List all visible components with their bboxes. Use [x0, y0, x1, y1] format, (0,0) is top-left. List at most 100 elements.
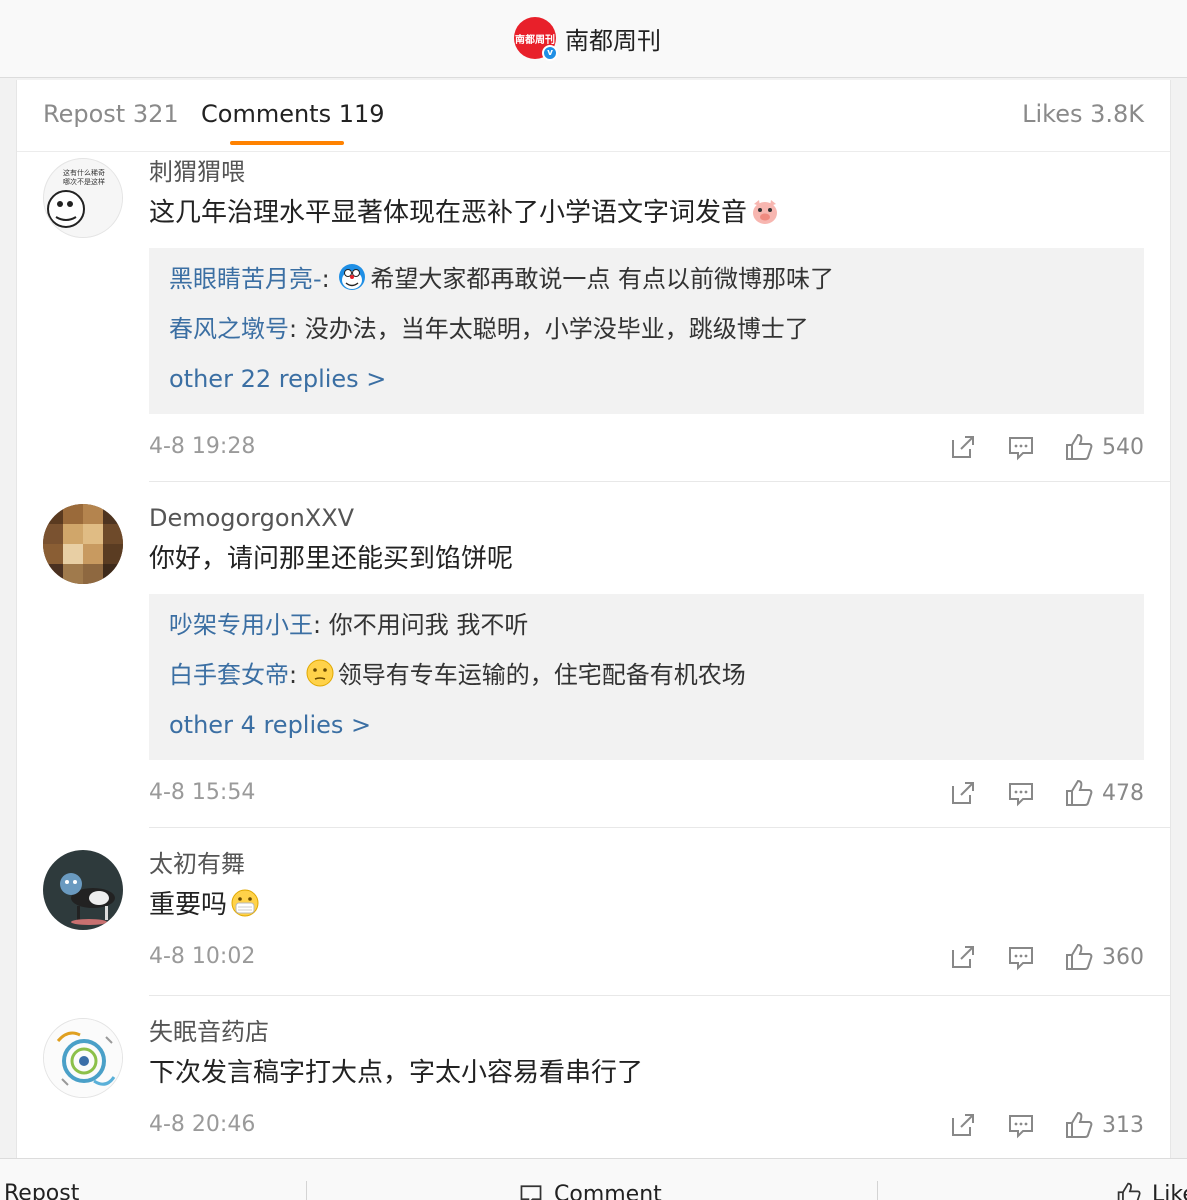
account-name[interactable]: 南都周刊 — [565, 21, 661, 56]
reply-button[interactable] — [1006, 432, 1036, 462]
comment-icon — [1009, 1115, 1033, 1139]
comment-body: 刺猬猬喂 这几年治理水平显著体现在恶补了小学语文字词发音 黑眼睛苦月亮-: 希望… — [149, 156, 1144, 466]
reply-button[interactable] — [1006, 778, 1036, 808]
account-logo[interactable]: 南都周刊 v — [514, 17, 558, 61]
like-count: 313 — [1102, 1112, 1144, 1138]
bottom-action-bar: Repost Comment Like — [0, 1158, 1187, 1200]
bottom-like-label: Like — [1152, 1182, 1187, 1200]
pig-emoji-icon — [750, 196, 780, 226]
share-icon — [952, 1114, 974, 1136]
like-count: 540 — [1102, 434, 1144, 460]
avatar[interactable]: 这有什么稀奇 哪次不是这样 — [43, 158, 123, 238]
thumbs-up-icon — [1117, 1182, 1141, 1200]
comment-actions: 478 — [920, 778, 1144, 808]
logo-text: 南都周刊 — [515, 34, 555, 46]
comment-actions: 360 — [920, 942, 1144, 972]
comment-username[interactable]: DemogorgonXXV — [149, 502, 1144, 534]
share-button[interactable] — [948, 1110, 978, 1140]
divider — [149, 995, 1170, 996]
comment-username[interactable]: 失眠音药店 — [149, 1016, 1144, 1048]
active-tab-indicator — [230, 141, 344, 145]
svg-text:哪次不是这样: 哪次不是这样 — [63, 177, 105, 186]
verified-badge-icon: v — [542, 45, 558, 61]
share-icon — [952, 946, 974, 968]
comment-username[interactable]: 刺猬猬喂 — [149, 156, 1144, 188]
post-detail-card: Repost 321 Comments 119 Likes 3.8K 这有什么稀… — [16, 80, 1171, 1160]
svg-text:这有什么稀奇: 这有什么稀奇 — [63, 168, 105, 177]
comment-text-content: 重要吗 — [149, 890, 228, 920]
tab-comments[interactable]: Comments 119 — [201, 100, 385, 128]
comment-text: 这几年治理水平显著体现在恶补了小学语文字词发音 — [149, 196, 1144, 230]
thumbs-up-icon — [1066, 1111, 1093, 1138]
comment-text: 重要吗 — [149, 888, 1144, 922]
comment-body: 太初有舞 重要吗 4-8 10:02 360 — [149, 848, 1144, 976]
reply-username[interactable]: 白手套女帝 — [169, 661, 289, 689]
divider — [306, 1181, 307, 1200]
reply-item[interactable]: 白手套女帝: 领导有专车运输的，住宅配备有机农场 — [169, 658, 1124, 692]
comment-actions: 313 — [920, 1110, 1144, 1140]
divider — [877, 1181, 878, 1200]
comment-text: 你好，请问那里还能买到馅饼呢 — [149, 544, 514, 574]
reply-preview-box[interactable]: 吵架专用小王: 你不用问我 我不听 白手套女帝: 领导有专车运输的，住宅配备有机… — [149, 594, 1144, 760]
comment-body: DemogorgonXXV 你好，请问那里还能买到馅饼呢 吵架专用小王: 你不用… — [149, 502, 1144, 812]
reply-username[interactable]: 吵架专用小王 — [169, 611, 313, 639]
like-button[interactable]: 478 — [1064, 778, 1144, 808]
comment-meta: 4-8 20:46 313 — [149, 1110, 1144, 1144]
share-icon — [952, 782, 974, 804]
comment-icon — [1009, 437, 1033, 461]
thumbs-up-icon — [1066, 943, 1093, 970]
doraemon-emoji-icon — [337, 262, 367, 292]
reply-username[interactable]: 春风之墩号 — [169, 315, 289, 343]
reply-item[interactable]: 吵架专用小王: 你不用问我 我不听 — [169, 608, 1124, 642]
comment-meta: 4-8 10:02 360 — [149, 942, 1144, 976]
like-button[interactable]: 360 — [1064, 942, 1144, 972]
comment-icon — [1009, 783, 1033, 807]
comment-icon — [520, 1185, 542, 1200]
share-icon — [952, 436, 974, 458]
avatar[interactable] — [43, 850, 123, 930]
comment-timestamp: 4-8 10:02 — [149, 944, 256, 969]
reply-text: 你不用问我 我不听 — [328, 611, 529, 639]
thinking-emoji-icon — [305, 658, 335, 688]
reply-button[interactable] — [1006, 1110, 1036, 1140]
reply-text: 希望大家都再敢说一点 有点以前微博那味了 — [370, 265, 835, 293]
like-button[interactable]: 540 — [1064, 432, 1144, 462]
divider — [149, 827, 1170, 828]
comment-meta: 4-8 19:28 540 — [149, 432, 1144, 466]
reply-text: 领导有专车运输的，住宅配备有机农场 — [337, 661, 746, 689]
divider — [149, 481, 1170, 482]
tab-repost[interactable]: Repost 321 — [43, 100, 179, 128]
comment-text-content: 这几年治理水平显著体现在恶补了小学语文字词发音 — [149, 198, 748, 228]
reply-username[interactable]: 黑眼睛苦月亮- — [169, 265, 322, 293]
share-button[interactable] — [948, 942, 978, 972]
reply-text: 没办法，当年太聪明，小学没毕业，跳级博士了 — [304, 315, 809, 343]
like-count: 360 — [1102, 944, 1144, 970]
reply-item[interactable]: 黑眼睛苦月亮-: 希望大家都再敢说一点 有点以前微博那味了 — [169, 262, 1124, 296]
comment-text: 下次发言稿字打大点，字太小容易看串行了 — [149, 1058, 644, 1088]
like-button[interactable]: 313 — [1064, 1110, 1144, 1140]
comment-icon — [1009, 947, 1033, 971]
comment-meta: 4-8 15:54 478 — [149, 778, 1144, 812]
share-button[interactable] — [948, 432, 978, 462]
account-header[interactable]: 南都周刊 v 南都周刊 — [514, 16, 661, 61]
tab-bar: Repost 321 Comments 119 Likes 3.8K — [17, 80, 1170, 152]
like-count: 478 — [1102, 780, 1144, 806]
top-bar: 南都周刊 v 南都周刊 — [0, 0, 1187, 78]
comment-username[interactable]: 太初有舞 — [149, 848, 1144, 880]
avatar[interactable] — [43, 504, 123, 584]
bottom-comment-button[interactable]: Comment — [518, 1181, 662, 1200]
comment-timestamp: 4-8 20:46 — [149, 1112, 256, 1137]
reply-item[interactable]: 春风之墩号: 没办法，当年太聪明，小学没毕业，跳级博士了 — [169, 312, 1124, 346]
mask-face-emoji-icon — [230, 888, 260, 918]
more-replies-link[interactable]: other 22 replies > — [169, 362, 1124, 396]
avatar[interactable] — [43, 1018, 123, 1098]
more-replies-link[interactable]: other 4 replies > — [169, 708, 1124, 742]
tab-likes[interactable]: Likes 3.8K — [1022, 100, 1144, 128]
bottom-repost-button[interactable]: Repost — [4, 1181, 79, 1200]
reply-preview-box[interactable]: 黑眼睛苦月亮-: 希望大家都再敢说一点 有点以前微博那味了 春风之墩号: 没办法… — [149, 248, 1144, 414]
comment-timestamp: 4-8 15:54 — [149, 780, 256, 805]
share-button[interactable] — [948, 778, 978, 808]
reply-button[interactable] — [1006, 942, 1036, 972]
bottom-like-button[interactable]: Like — [1116, 1181, 1187, 1200]
bottom-comment-label: Comment — [554, 1182, 662, 1200]
